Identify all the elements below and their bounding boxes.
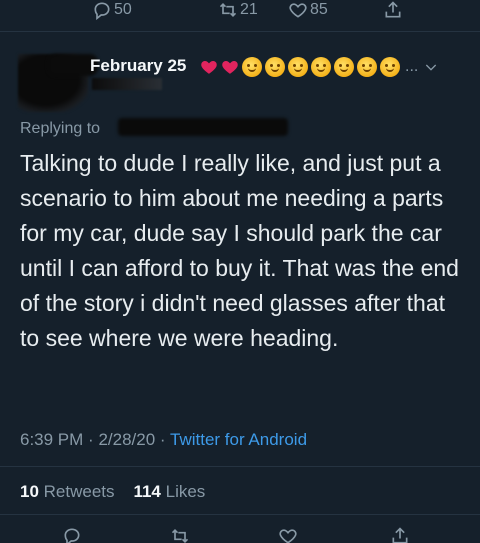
face-blowing-kiss-icon (288, 57, 308, 77)
chevron-down-icon[interactable] (423, 59, 439, 75)
reply-action[interactable]: 50 (92, 0, 132, 20)
share-icon (385, 1, 401, 18)
reply-count: 50 (114, 1, 132, 18)
tweet-meta: 6:39 PM · 2/28/20 · Twitter for Android (20, 430, 307, 450)
previous-tweet-actions: 50 21 85 (0, 0, 480, 24)
retweet-icon (219, 2, 237, 18)
likes-stat[interactable]: 114 Likes (133, 482, 205, 501)
reply-icon (94, 2, 110, 20)
truncation-ellipsis: ... (405, 58, 419, 75)
reply-button[interactable] (62, 526, 82, 543)
client-link[interactable]: Twitter for Android (170, 430, 307, 449)
retweet-icon (171, 528, 189, 543)
engagement-stats: 10 Retweets 114 Likes (20, 482, 205, 502)
tweet-date: February 25 (90, 56, 187, 75)
reply-icon (64, 528, 80, 543)
retweet-action[interactable]: 21 (218, 0, 258, 20)
divider (0, 466, 480, 467)
hugging-face-icon (311, 57, 331, 77)
tweet-actions (0, 526, 480, 543)
tweet-header: February 25 ... (0, 48, 480, 112)
like-action[interactable]: 85 (288, 0, 328, 20)
share-button[interactable] (390, 526, 410, 543)
divider (0, 514, 480, 515)
face-blowing-kiss-icon (242, 57, 262, 77)
hugging-face-icon (357, 57, 377, 77)
heart-outline-icon (289, 3, 307, 18)
replying-to-label: Replying to (20, 120, 101, 137)
meta-separator: · (159, 430, 166, 449)
smiling-face-icon (380, 57, 400, 77)
heart-outline-icon (279, 529, 297, 543)
handle-redacted (92, 78, 162, 90)
retweet-count: 21 (240, 1, 258, 18)
retweets-label: Retweets (43, 482, 115, 501)
red-heart-icon (201, 61, 217, 74)
share-action[interactable] (383, 0, 403, 20)
like-count: 85 (310, 1, 328, 18)
retweet-button[interactable] (170, 526, 190, 543)
emoji-row: ... (200, 57, 439, 77)
reply-target-redacted[interactable] (118, 118, 288, 136)
likes-label: Likes (165, 482, 206, 501)
tweet-text: Talking to dude I really like, and just … (20, 150, 459, 351)
red-heart-icon (222, 61, 238, 74)
divider (0, 31, 480, 32)
retweets-count: 10 (20, 482, 39, 501)
tweet-time: 6:39 PM (20, 430, 84, 449)
likes-count: 114 (133, 482, 161, 501)
hugging-face-icon (334, 57, 354, 77)
tweet-full-date: 2/28/20 (98, 430, 156, 449)
like-button[interactable] (278, 526, 298, 543)
share-icon (392, 527, 408, 543)
meta-separator: · (88, 430, 94, 449)
retweets-stat[interactable]: 10 Retweets (20, 482, 115, 501)
face-blowing-kiss-icon (265, 57, 285, 77)
